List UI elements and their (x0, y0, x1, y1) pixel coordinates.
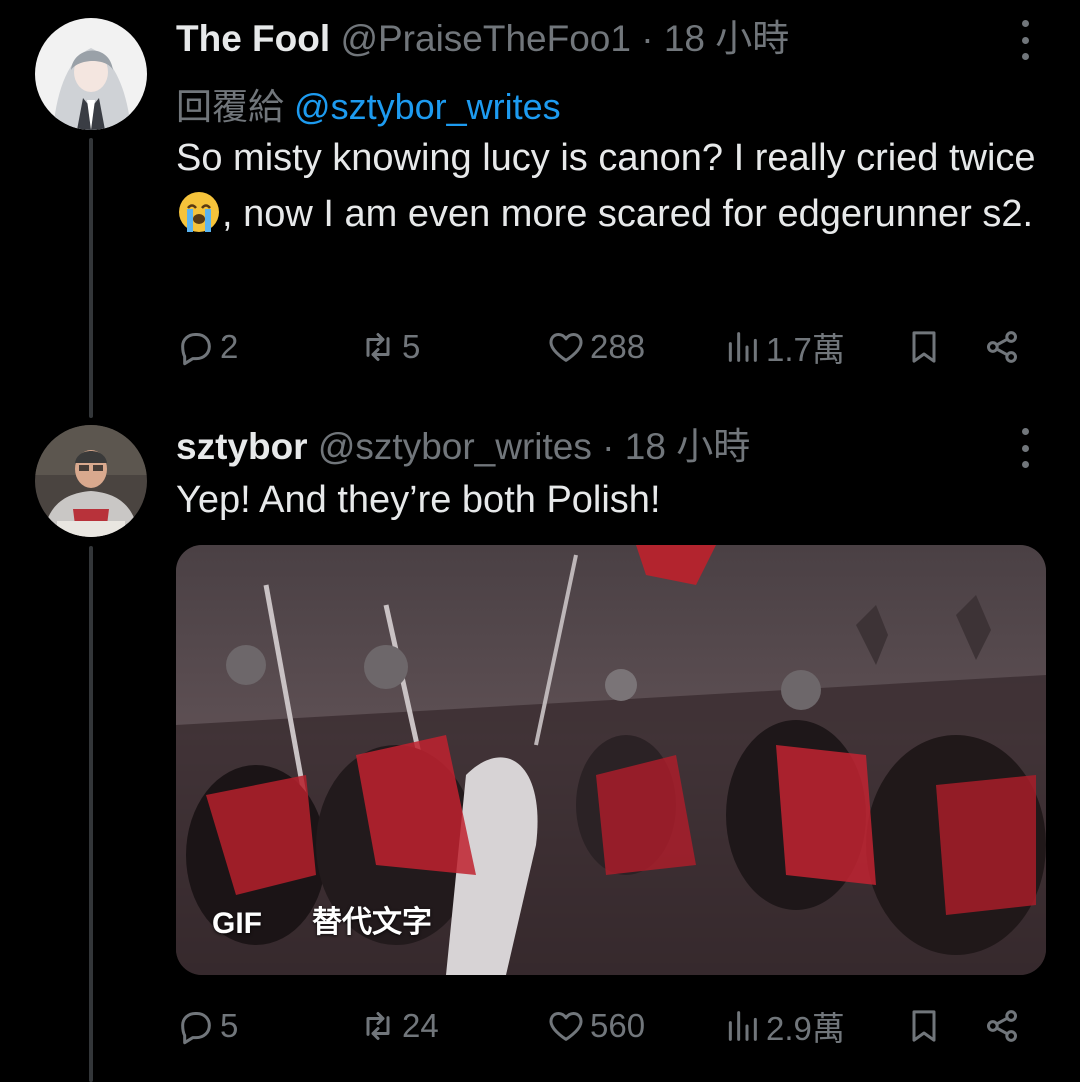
display-name[interactable]: The Fool (176, 18, 330, 59)
separator-dot: · (641, 18, 654, 59)
thread-line-top (89, 138, 93, 418)
repost-button[interactable]: 5 (358, 322, 420, 372)
reply-button[interactable]: 5 (176, 1001, 238, 1051)
repost-icon (366, 333, 390, 361)
battle-scene-image (176, 545, 1046, 975)
loudly-crying-face-icon (179, 192, 219, 232)
timestamp[interactable]: 18 小時 (664, 18, 789, 59)
views-icon (728, 332, 757, 362)
views-button[interactable]: 1.7萬 (722, 322, 845, 372)
tweet-text: So misty knowing lucy is canon? I really… (176, 130, 1056, 242)
gif-media[interactable]: GIF 替代文字 (176, 545, 1046, 975)
share-button[interactable] (982, 1001, 1022, 1051)
repost-icon (366, 1012, 390, 1040)
repost-button[interactable]: 24 (358, 1001, 439, 1051)
bookmark-icon (912, 1010, 936, 1042)
like-count: 560 (590, 1007, 646, 1044)
reply-count: 2 (220, 328, 239, 365)
user-handle[interactable]: @PraiseTheFoo1 (340, 18, 631, 59)
avatar[interactable] (35, 18, 147, 130)
like-button[interactable]: 560 (546, 1001, 645, 1051)
share-icon (987, 331, 1017, 363)
reply-icon (181, 333, 211, 366)
heart-icon (549, 1012, 583, 1041)
tweet-text-part2: , now I am even more scared for edgerunn… (222, 193, 1034, 235)
tweet-header: The Fool @PraiseTheFoo1 · 18 小時 (176, 20, 789, 57)
reply-count: 5 (220, 1007, 239, 1044)
timestamp[interactable]: 18 小時 (625, 426, 750, 467)
separator-dot: · (602, 426, 615, 467)
tweet-header: sztybor @sztybor_writes · 18 小時 (176, 428, 750, 465)
like-button[interactable]: 288 (546, 322, 645, 372)
views-icon (728, 1011, 757, 1041)
heart-icon (549, 333, 583, 362)
bookmark-button[interactable] (904, 1001, 944, 1051)
tweet-text-part1: So misty knowing lucy is canon? I really… (176, 137, 1036, 179)
views-button[interactable]: 2.9萬 (722, 1001, 845, 1051)
reply-context: 回覆給 @sztybor_writes (176, 78, 561, 130)
repost-count: 24 (402, 1007, 439, 1044)
action-bar: 5 24 560 2.9萬 (176, 1001, 1036, 1051)
tweet-text: Yep! And they’re both Polish! (176, 479, 661, 521)
alt-text-badge[interactable]: 替代文字 (312, 897, 432, 941)
views-count: 1.7萬 (766, 331, 845, 368)
bookmark-icon (912, 331, 936, 363)
share-icon (987, 1010, 1017, 1042)
reply-button[interactable]: 2 (176, 322, 238, 372)
user-handle[interactable]: @sztybor_writes (318, 426, 592, 467)
avatar[interactable] (35, 425, 147, 537)
share-button[interactable] (982, 322, 1022, 372)
bookmark-button[interactable] (904, 322, 944, 372)
reply-mention-link[interactable]: @sztybor_writes (294, 86, 561, 127)
thread-line-bottom (89, 546, 93, 1082)
display-name[interactable]: sztybor (176, 426, 308, 467)
gif-badge: GIF (212, 907, 262, 940)
reply-label: 回覆給 (176, 86, 285, 127)
more-icon[interactable] (1018, 428, 1032, 468)
like-count: 288 (590, 328, 646, 365)
reply-icon (181, 1012, 211, 1045)
views-count: 2.9萬 (766, 1010, 845, 1047)
action-bar: 2 5 288 1.7萬 (176, 322, 1036, 372)
repost-count: 5 (402, 328, 421, 365)
more-icon[interactable] (1018, 20, 1032, 60)
